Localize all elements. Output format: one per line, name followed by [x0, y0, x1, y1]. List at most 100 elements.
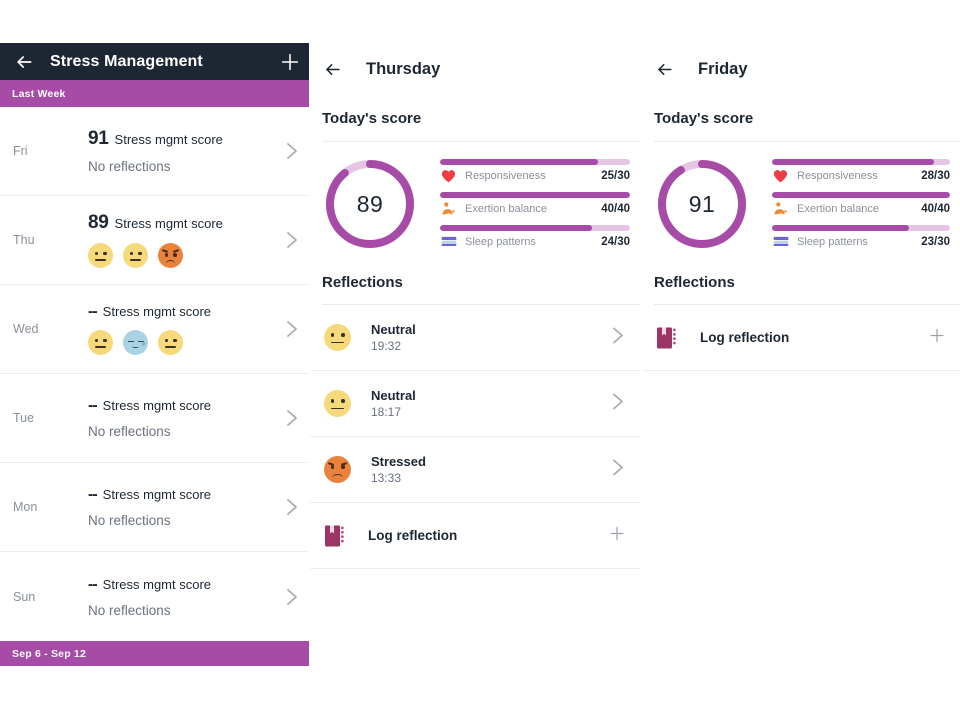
- log-reflection-label: Log reflection: [700, 330, 790, 345]
- reflection-emoji-row: [88, 243, 309, 268]
- stat-progress-track: [772, 159, 950, 165]
- log-reflection-row[interactable]: Log reflection: [642, 305, 960, 371]
- score-line: -- Stress mgmt score: [88, 397, 309, 415]
- stat-progress-track: [440, 159, 630, 165]
- arrow-left-icon[interactable]: [320, 58, 344, 82]
- reflection-emoji-row: [88, 330, 309, 355]
- stat-progress-fill: [772, 192, 950, 198]
- day-score-label: Stress mgmt score: [102, 304, 212, 319]
- day-row-mon[interactable]: Mon -- Stress mgmt score No reflections: [0, 463, 309, 552]
- score-card: 89 Responsiveness 25/30 Exertion balance 40…: [310, 142, 640, 266]
- todays-score-heading: Today's score: [654, 110, 754, 127]
- score-value: 91: [688, 190, 716, 217]
- plus-icon[interactable]: [608, 524, 626, 547]
- detail-title: Friday: [698, 60, 748, 78]
- flex-arm-icon: [440, 201, 457, 216]
- screenshot-root: Stress Management Last Week Fri 91 Stress …: [0, 0, 960, 711]
- score-line: -- Stress mgmt score: [88, 576, 309, 594]
- day-score-value: --: [88, 303, 98, 320]
- day-row-thu[interactable]: Thu 89 Stress mgmt score: [0, 196, 309, 285]
- stat-value: 28/30: [921, 169, 950, 182]
- flex-arm-icon: [442, 202, 455, 215]
- reflection-time: 18:17: [371, 405, 402, 419]
- stat-name: Exertion balance: [465, 202, 547, 215]
- stat-row: Sleep patterns 23/30: [772, 225, 950, 249]
- day-score-value: 91: [88, 128, 109, 149]
- stat-progress-fill: [440, 225, 592, 231]
- emoji-neutral-icon: [123, 243, 148, 268]
- day-score-label: Stress mgmt score: [102, 576, 212, 592]
- score-card: 91 Responsiveness 28/30 Exertion balance 40…: [642, 142, 960, 266]
- chevron-right-icon[interactable]: [612, 457, 624, 482]
- stat-progress-fill: [440, 192, 630, 198]
- emoji-neutral-icon: [324, 390, 351, 417]
- week-band-last-week: Last Week: [0, 80, 309, 107]
- no-reflections-label: No reflections: [88, 602, 171, 618]
- todays-score-heading: Today's score: [322, 110, 422, 127]
- emoji-neutral-icon: [158, 330, 183, 355]
- day-body: -- Stress mgmt score: [88, 303, 309, 355]
- no-reflections-label: No reflections: [88, 513, 171, 528]
- emoji-stressed-icon: [324, 456, 351, 483]
- week-band-date-range[interactable]: Sep 6 - Sep 12: [0, 641, 309, 666]
- reflection-mood: Stressed: [371, 454, 426, 469]
- day-row-fri[interactable]: Fri 91 Stress mgmt score No reflections: [0, 107, 309, 196]
- stat-list: Responsiveness 25/30 Exertion balance 40/40…: [440, 159, 640, 249]
- app-bar: Stress Management: [0, 43, 309, 80]
- day-body: 89 Stress mgmt score: [88, 212, 309, 268]
- chevron-right-icon[interactable]: [286, 141, 298, 161]
- stat-name: Exertion balance: [797, 202, 879, 215]
- week-band-label: Last Week: [12, 87, 66, 100]
- reflection-row[interactable]: Stressed 13:33: [310, 437, 640, 503]
- arrow-left-icon[interactable]: [652, 58, 676, 82]
- score-donut: 91: [654, 156, 750, 252]
- plus-icon[interactable]: [277, 49, 303, 75]
- stat-progress-track: [772, 225, 950, 231]
- day-label: Fri: [13, 144, 28, 158]
- day-body: -- Stress mgmt score No reflections: [88, 397, 309, 439]
- day-row-wed[interactable]: Wed -- Stress mgmt score: [0, 285, 309, 374]
- arrow-left-icon[interactable]: [12, 50, 36, 74]
- stat-progress-track: [440, 192, 630, 198]
- reflections-heading: Reflections: [654, 274, 735, 291]
- day-row-sun[interactable]: Sun -- Stress mgmt score No reflections: [0, 552, 309, 641]
- emoji-neutral-icon: [88, 330, 113, 355]
- day-label: Thu: [13, 233, 35, 247]
- day-label: Tue: [13, 411, 35, 425]
- reflection-row[interactable]: Neutral 19:32: [310, 305, 640, 371]
- bed-icon: [773, 236, 788, 246]
- log-reflection-row[interactable]: Log reflection: [310, 503, 640, 569]
- reflection-list: Log reflection: [642, 305, 960, 371]
- chevron-right-icon[interactable]: [612, 391, 624, 416]
- friday-detail-panel: Friday Today's score 91 Responsiveness 28…: [642, 43, 960, 671]
- day-label: Wed: [13, 322, 39, 336]
- day-label: Mon: [13, 500, 38, 514]
- stat-progress-fill: [440, 159, 598, 165]
- day-label: Sun: [13, 589, 36, 604]
- reflection-mood: Neutral: [371, 388, 416, 403]
- day-list: Fri 91 Stress mgmt score No reflections Thu 8…: [0, 107, 309, 641]
- stat-row: Exertion balance 40/40: [772, 192, 950, 216]
- score-line: 89 Stress mgmt score: [88, 212, 309, 234]
- stat-row: Exertion balance 40/40: [440, 192, 630, 216]
- day-body: -- Stress mgmt score No reflections: [88, 486, 309, 528]
- chevron-right-icon[interactable]: [286, 319, 298, 339]
- stat-progress-fill: [772, 159, 934, 165]
- plus-icon[interactable]: [928, 326, 946, 349]
- chevron-right-icon[interactable]: [286, 497, 298, 517]
- chevron-right-icon[interactable]: [286, 408, 298, 428]
- day-score-label: Stress mgmt score: [114, 216, 223, 231]
- day-row-tue[interactable]: Tue -- Stress mgmt score No reflections: [0, 374, 309, 463]
- detail-app-bar-friday: Friday: [642, 43, 960, 96]
- emoji-stressed-icon: [158, 243, 183, 268]
- reflection-time: 19:32: [371, 339, 402, 353]
- heart-icon: [773, 169, 788, 182]
- book-icon: [656, 326, 678, 350]
- reflection-row[interactable]: Neutral 18:17: [310, 371, 640, 437]
- chevron-right-icon[interactable]: [612, 325, 624, 350]
- bed-icon: [441, 236, 456, 246]
- detail-app-bar-thursday: Thursday: [310, 43, 640, 96]
- stat-name: Responsiveness: [797, 169, 878, 182]
- chevron-right-icon[interactable]: [286, 230, 298, 250]
- chevron-right-icon[interactable]: [286, 587, 298, 607]
